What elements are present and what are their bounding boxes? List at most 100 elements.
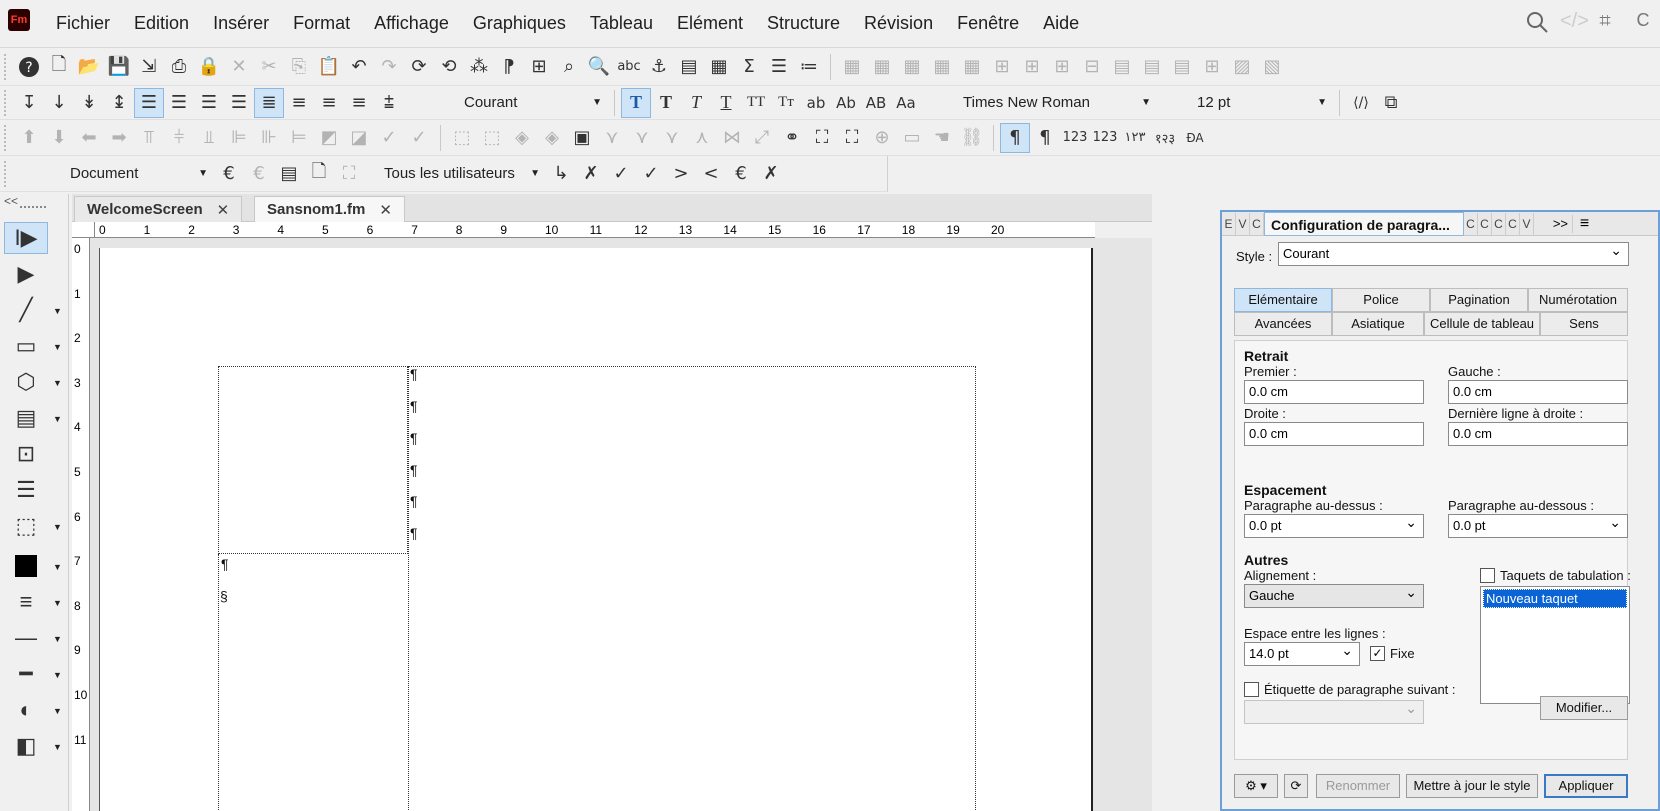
initial-caps-icon[interactable]: Ab <box>831 88 861 118</box>
gauche-input[interactable]: 0.0 cm <box>1448 380 1628 404</box>
check-icon[interactable]: ✓ <box>374 123 404 153</box>
marquee-tool-icon[interactable]: ⬚ <box>4 510 48 542</box>
line-spacing-custom-icon[interactable]: ≡ <box>344 88 374 118</box>
tab-police[interactable]: Police <box>1332 288 1430 312</box>
frame-icon[interactable]: ▤ <box>674 52 704 82</box>
sum-icon[interactable]: Σ <box>734 52 764 82</box>
appliquer-button[interactable]: Appliquer <box>1544 774 1628 798</box>
delete-icon[interactable]: ✕ <box>224 52 254 82</box>
panel-tab-small[interactable]: C <box>1250 212 1264 235</box>
align-justify-icon[interactable]: ☰ <box>224 88 254 118</box>
font-size-select[interactable]: 12 pt ▼ <box>1191 90 1333 116</box>
text-frame-tool-icon[interactable]: ▤ <box>4 402 48 434</box>
spellcheck-icon[interactable]: abc <box>614 52 644 82</box>
find-icon[interactable]: ⌕ <box>554 52 584 82</box>
zoom-icon[interactable]: 🔍 <box>584 52 614 82</box>
update-style-button[interactable]: Mettre à jour le style <box>1406 774 1538 798</box>
scale-icon[interactable]: ⤢ <box>747 123 777 153</box>
align-center-icon[interactable]: ☰ <box>164 88 194 118</box>
bring-front-icon[interactable]: ◈ <box>507 123 537 153</box>
align-bottom-icon[interactable]: ↡ <box>74 88 104 118</box>
table-foot-icon[interactable]: ▤ <box>1167 52 1197 82</box>
style-select[interactable]: Courant <box>1278 239 1629 266</box>
connect-icon[interactable]: ⚭ <box>777 123 807 153</box>
doc-icon[interactable]: ▤ <box>274 159 304 189</box>
subscript-icon[interactable]: Tт <box>771 88 801 118</box>
rectangle-tool-icon[interactable]: ▭ <box>4 330 48 362</box>
bold-icon[interactable]: T <box>651 88 681 118</box>
menu-element[interactable]: Elément <box>665 13 755 35</box>
table-split-icon[interactable]: ▦ <box>957 52 987 82</box>
paragraph-style-select[interactable]: Courant ▼ <box>458 90 608 116</box>
tab-numerotation[interactable]: Numérotation <box>1528 288 1628 312</box>
char-catalog-icon[interactable]: ⁂ <box>464 52 494 82</box>
toolbar-grip[interactable] <box>4 124 10 151</box>
line-tool-icon[interactable]: ╱ <box>4 294 48 326</box>
align-left-icon[interactable]: ☰ <box>134 87 164 118</box>
check-alt-icon[interactable]: ✓ <box>404 123 434 153</box>
table-format-icon[interactable]: ▧ <box>1257 52 1287 82</box>
espace-lignes-select[interactable]: 14.0 pt <box>1244 639 1360 666</box>
font-select[interactable]: Times New Roman ▼ <box>957 90 1157 116</box>
panel-tab-small[interactable]: C <box>1506 212 1520 235</box>
lock-icon[interactable]: 🔒 <box>194 52 224 82</box>
accept-icon[interactable]: ✓ <box>606 159 636 189</box>
overprint-icon[interactable]: ◧ <box>4 730 48 762</box>
align-lefts-icon[interactable]: ⊫ <box>224 123 254 153</box>
line-end-icon[interactable]: — <box>4 622 48 654</box>
menu-inserer[interactable]: Insérer <box>201 13 281 35</box>
send-back-icon[interactable]: ◈ <box>537 123 567 153</box>
flip-icon[interactable]: ⋎ <box>597 123 627 153</box>
document-page[interactable]: ¶ ¶ ¶ ¶ ¶ ¶ ¶ § <box>99 248 1093 811</box>
more-tabs-button[interactable]: >> <box>1534 216 1572 231</box>
select-tool-icon[interactable]: ▶ <box>4 258 48 290</box>
grip-icon[interactable] <box>20 206 46 208</box>
tab-avancees[interactable]: Avancées <box>1234 312 1332 336</box>
page-icon[interactable]: ▭ <box>897 123 927 153</box>
close-icon[interactable]: ✕ <box>379 201 392 219</box>
chevron-down-icon[interactable]: ▼ <box>53 342 62 352</box>
align-right-icon[interactable]: ☰ <box>194 88 224 118</box>
flip-alt-icon[interactable]: ⋎ <box>627 123 657 153</box>
menu-tableau[interactable]: Tableau <box>578 13 665 35</box>
anchored-frame[interactable] <box>218 366 408 554</box>
tab-paragraph-designer[interactable]: Configuration de paragra... <box>1264 211 1464 236</box>
chevron-down-icon[interactable]: ▼ <box>53 522 62 532</box>
redo-icon[interactable]: ↷ <box>374 52 404 82</box>
table-merge-icon[interactable]: ▦ <box>927 52 957 82</box>
next-icon[interactable]: < <box>696 159 726 189</box>
euro-lock-icon[interactable]: € <box>244 159 274 189</box>
lowercase-icon[interactable]: ab <box>801 88 831 118</box>
xml-icon[interactable]: ⟨/⟩ <box>1346 88 1376 118</box>
align-middle-icon[interactable]: ↓ <box>44 88 74 118</box>
compare-icon[interactable]: € <box>726 159 756 189</box>
plain-text-icon[interactable]: T <box>621 87 651 118</box>
menu-affichage[interactable]: Affichage <box>362 13 461 35</box>
paste-icon[interactable]: 📋 <box>314 52 344 82</box>
tab-welcomescreen[interactable]: WelcomeScreen ✕ <box>74 196 243 222</box>
align-mid-icon[interactable]: ⫩ <box>164 123 194 153</box>
line-width-icon[interactable]: ≡ <box>4 586 48 618</box>
smart-select-tool-icon[interactable]: I▶ <box>4 222 48 254</box>
panel-tab-small[interactable]: V <box>1520 212 1534 235</box>
anchor-icon[interactable]: ⚓ <box>644 52 674 82</box>
renommer-button[interactable]: Renommer <box>1316 774 1400 798</box>
chevron-down-icon[interactable]: ▼ <box>53 634 62 644</box>
refresh-icon[interactable]: ⟳ <box>1284 774 1308 798</box>
panel-menu-icon[interactable]: ≡ <box>1572 214 1596 233</box>
mirror-icon[interactable]: ⋈ <box>717 123 747 153</box>
cut-icon[interactable]: ✂ <box>254 52 284 82</box>
rotate-icon[interactable]: ◩ <box>314 123 344 153</box>
users-select[interactable]: Tous les utilisateurs ▼ <box>378 161 546 187</box>
fill-color-icon[interactable] <box>4 550 48 582</box>
tint-icon[interactable]: ◐ <box>4 694 48 726</box>
derniere-ligne-input[interactable]: 0.0 cm <box>1448 422 1628 446</box>
chevron-down-icon[interactable]: ▼ <box>53 306 62 316</box>
ltr-icon[interactable]: ¶ <box>1000 122 1030 153</box>
digits-hindi-icon[interactable]: १२३ <box>1150 123 1180 153</box>
history-icon[interactable]: ⟲ <box>434 52 464 82</box>
etiquette-checkbox[interactable] <box>1244 682 1259 697</box>
table-delete-icon[interactable]: ⊞ <box>1047 52 1077 82</box>
table-straddle-icon[interactable]: ⊟ <box>1077 52 1107 82</box>
menu-format[interactable]: Format <box>281 13 362 35</box>
